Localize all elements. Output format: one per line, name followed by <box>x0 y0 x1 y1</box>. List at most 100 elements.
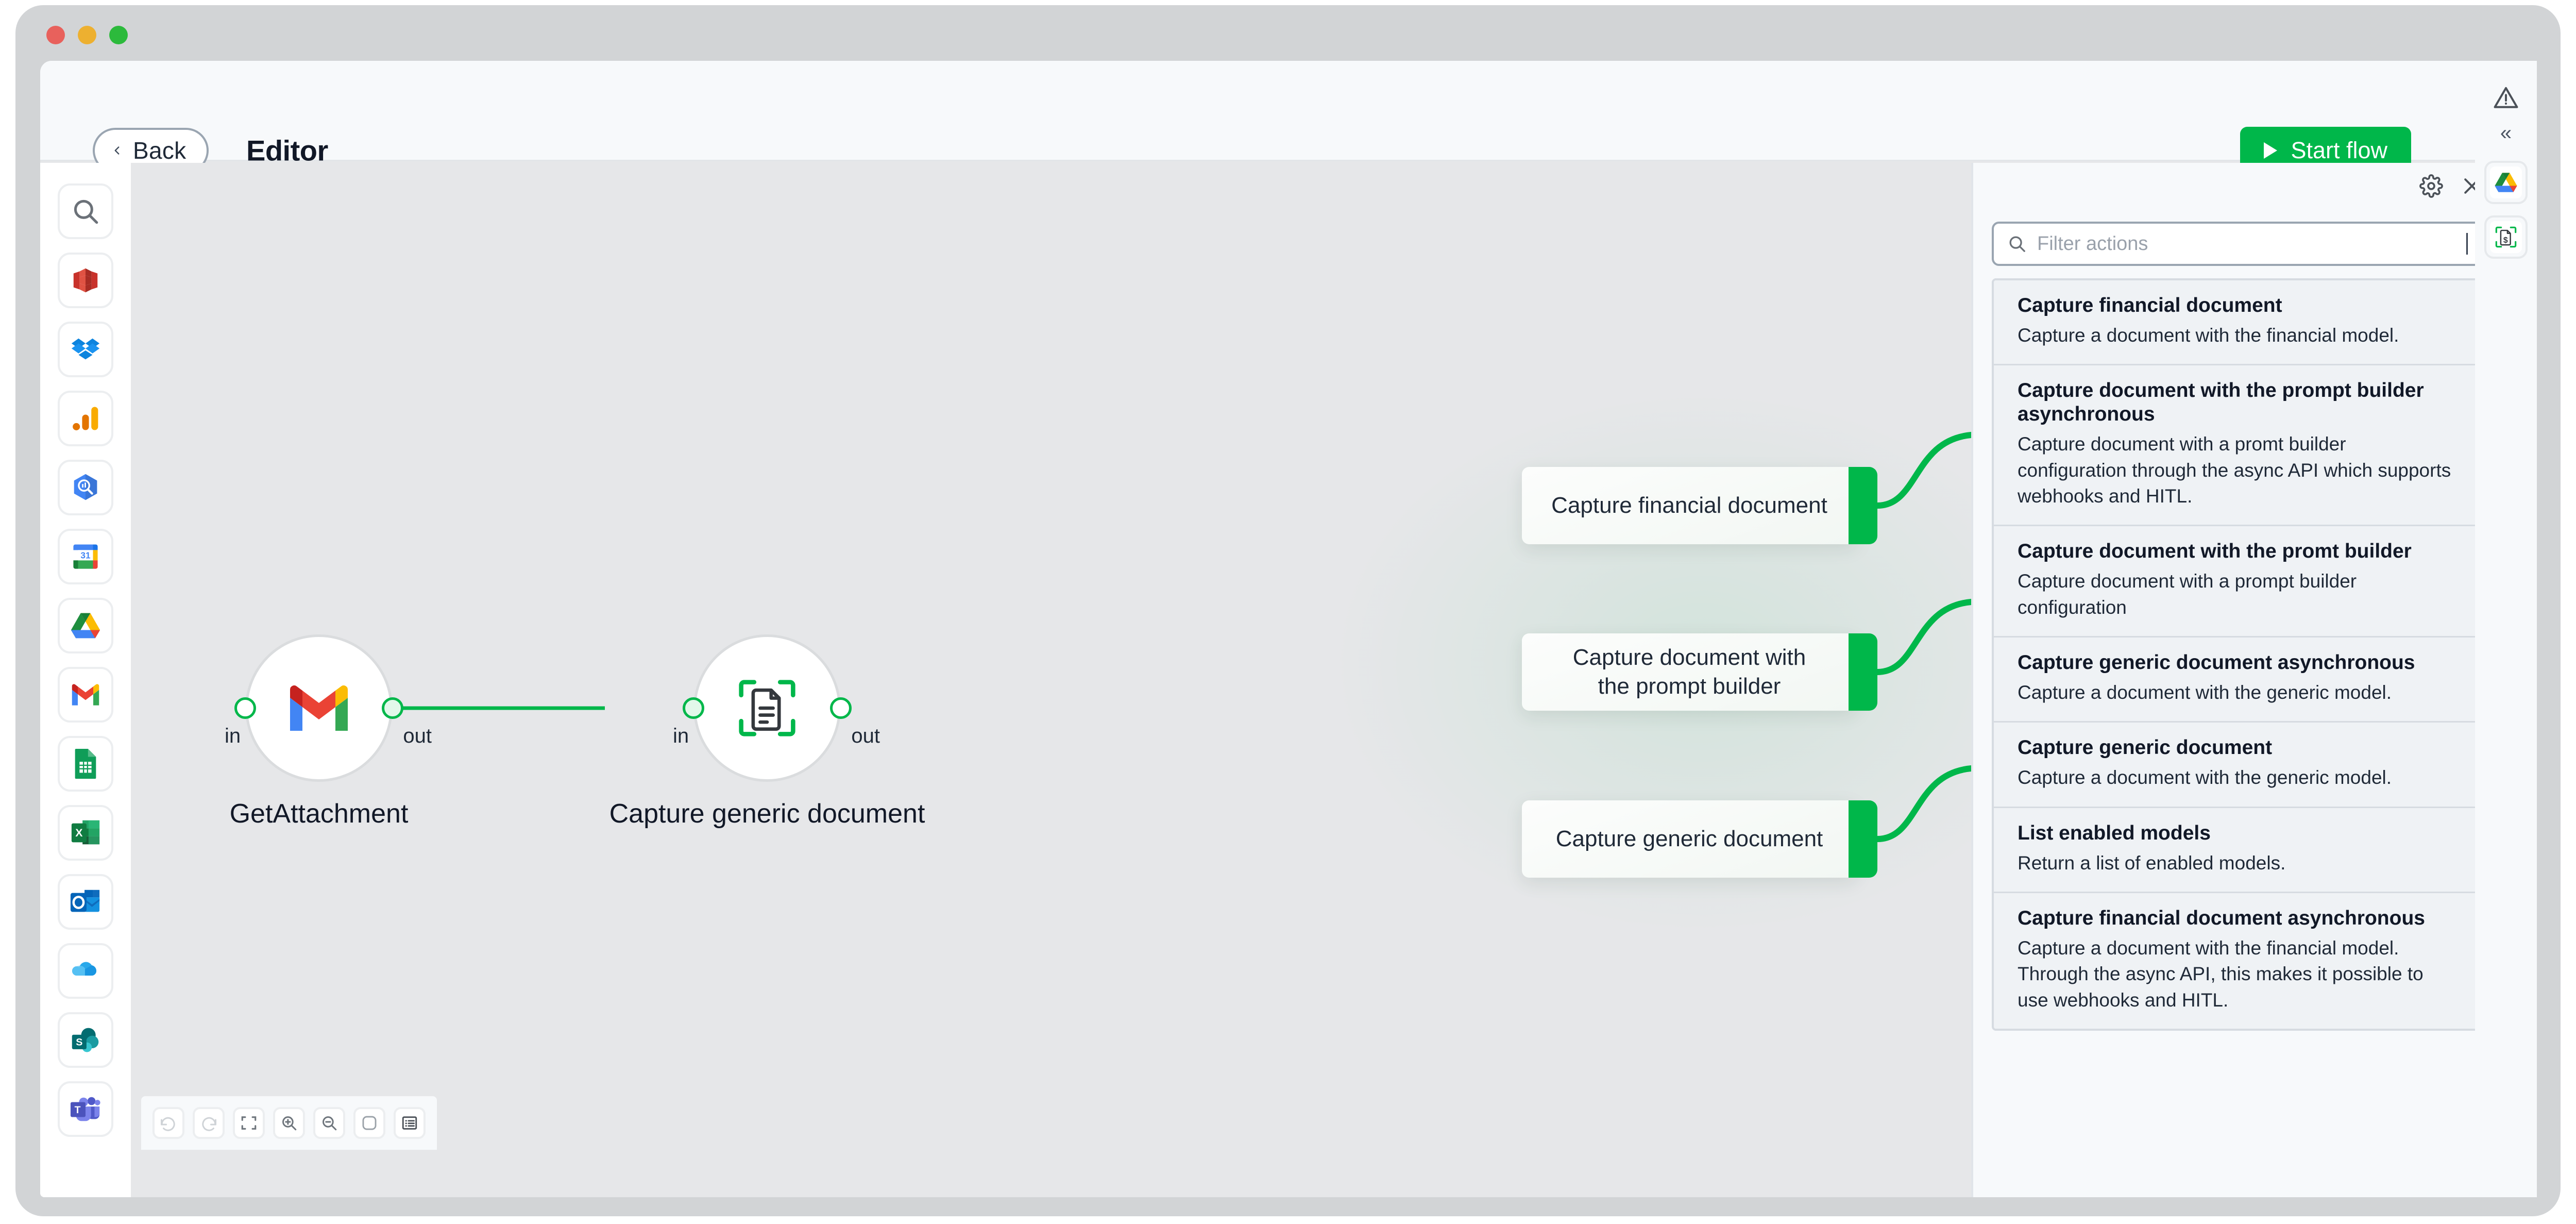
svg-text:$: $ <box>2503 236 2508 245</box>
action-list-item[interactable]: Capture generic document Capture a docum… <box>1994 723 2481 808</box>
play-icon <box>2264 142 2278 159</box>
microsoft-excel-icon: X <box>71 820 100 845</box>
svg-text:X: X <box>75 827 83 839</box>
action-title: Capture document with the promt builder <box>2018 540 2412 563</box>
fit-to-screen-button[interactable] <box>233 1107 265 1139</box>
sidebar-item-sharepoint[interactable]: S <box>58 1012 113 1068</box>
undo-icon <box>161 1117 175 1131</box>
far-rail-item-google-drive[interactable] <box>2484 161 2528 204</box>
zoom-in-button[interactable] <box>273 1107 305 1139</box>
app-shell: Back Editor » Start flow <box>40 61 2500 1197</box>
top-bar: Back Editor » Start flow <box>40 61 2500 221</box>
sidebar-item-microsoft-excel[interactable]: X <box>58 805 113 861</box>
filter-actions-input[interactable] <box>2037 224 2464 264</box>
action-description: Capture a document with the generic mode… <box>2018 681 2392 703</box>
traffic-lights <box>46 26 128 44</box>
undo-button[interactable] <box>152 1107 184 1139</box>
sidebar-item-google-analytics[interactable] <box>58 391 113 446</box>
maximize-window-button[interactable] <box>109 26 128 44</box>
flow-canvas[interactable]: in out GetAttachment in out Capture gene… <box>131 163 1971 1150</box>
suggestion-card-body[interactable]: Capture document with the prompt builder <box>1522 633 1857 711</box>
sidebar-item-google-bigquery[interactable] <box>58 460 113 515</box>
node-port-out[interactable] <box>382 697 403 719</box>
snap-to-grid-button[interactable] <box>353 1107 385 1139</box>
sidebar-item-search[interactable] <box>58 183 113 239</box>
google-drive-icon <box>2495 173 2517 192</box>
action-list-item[interactable]: Capture financial document Capture a doc… <box>1994 280 2481 366</box>
action-description: Capture a document with the financial mo… <box>2018 937 2424 1011</box>
node-circle[interactable] <box>683 634 852 782</box>
suggestion-card-label: Capture generic document <box>1555 826 1823 851</box>
far-rail-item-capture-financial-document[interactable]: $ <box>2484 215 2528 259</box>
minimap-list-icon <box>402 1116 417 1130</box>
action-list-item[interactable]: Capture document with the promt builder … <box>1994 526 2481 638</box>
suggestion-card[interactable]: Capture generic document <box>1522 800 1877 878</box>
sidebar-item-google-calendar[interactable]: 31 <box>58 529 113 584</box>
microsoft-outlook-icon <box>70 890 100 912</box>
sidebar-item-dropbox[interactable] <box>58 322 113 377</box>
search-icon <box>74 199 98 224</box>
sharepoint-icon: S <box>72 1028 99 1052</box>
node-port-out[interactable] <box>830 697 852 719</box>
suggestion-card-connector-tab[interactable] <box>1849 467 1877 544</box>
redo-button[interactable] <box>193 1107 225 1139</box>
zoom-in-icon <box>282 1116 297 1131</box>
node-port-in-label: in <box>673 725 689 747</box>
sidebar-item-google-drive[interactable] <box>58 598 113 653</box>
sidebar-item-microsoft-outlook[interactable] <box>58 874 113 930</box>
action-list-item[interactable]: Capture document with the prompt builder… <box>1994 365 2481 527</box>
gear-icon[interactable] <box>2419 174 2443 198</box>
back-button-label: Back <box>133 137 187 164</box>
sidebar-item-gmail[interactable] <box>58 667 113 723</box>
action-list-item[interactable]: List enabled models Return a list of ena… <box>1994 808 2481 893</box>
suggestion-card-body[interactable]: Capture generic document <box>1522 800 1857 878</box>
suggestion-card-connector-tab[interactable] <box>1849 800 1877 878</box>
start-flow-label: Start flow <box>2291 137 2387 163</box>
suggestion-card-connector-tab[interactable] <box>1849 633 1877 711</box>
flow-node-getattachment[interactable]: in out GetAttachment <box>225 634 432 829</box>
google-calendar-icon: 31 <box>73 544 98 569</box>
suggestion-card-label: Capture financial document <box>1551 492 1827 518</box>
svg-text:T: T <box>75 1104 81 1116</box>
node-circle[interactable] <box>234 634 403 782</box>
action-description: Capture document with a promt builder co… <box>2018 433 2451 507</box>
gmail-icon <box>72 684 99 706</box>
google-sheets-icon <box>75 748 96 779</box>
suggestion-card-body[interactable]: Capture financial document <box>1522 467 1857 544</box>
action-title: Capture financial document asynchronous <box>2018 907 2425 929</box>
far-rail-item-inner <box>2490 166 2522 198</box>
zoom-out-icon <box>323 1116 337 1131</box>
filter-actions-field[interactable] <box>1992 222 2483 266</box>
action-title: List enabled models <box>2018 821 2211 844</box>
sidebar-item-onedrive[interactable] <box>58 943 113 999</box>
document-capture-icon <box>739 680 795 736</box>
svg-text:31: 31 <box>80 550 91 561</box>
sidebar-item-microsoft-teams[interactable]: T <box>58 1081 113 1137</box>
flow-node-capture-generic-document[interactable]: in out Capture generic document <box>609 634 925 829</box>
action-list-item[interactable]: Capture generic document asynchronous Ca… <box>1994 637 2481 723</box>
sidebar-item-google-sheets[interactable] <box>58 736 113 792</box>
edge-card1-to-action1 <box>1874 432 1971 509</box>
suggestion-card[interactable]: Capture financial document <box>1522 467 1877 544</box>
sidebar-item-aws-s3[interactable] <box>58 253 113 308</box>
close-window-button[interactable] <box>46 26 65 44</box>
collapse-rail-chevrons-icon[interactable]: « <box>2500 123 2512 143</box>
page-title: Editor <box>246 134 328 167</box>
microsoft-teams-icon: T <box>70 1097 100 1121</box>
node-port-in[interactable] <box>683 697 704 719</box>
canvas-toolbar <box>141 1096 437 1150</box>
node-port-in[interactable] <box>234 697 256 719</box>
node-port-in-label: in <box>225 725 241 747</box>
node-title: GetAttachment <box>229 799 409 829</box>
warning-triangle-icon[interactable] <box>2492 83 2520 112</box>
text-caret <box>2466 233 2468 255</box>
overview-button[interactable] <box>394 1107 426 1139</box>
actions-panel: Capture financial document Capture a doc… <box>1971 163 2500 1197</box>
google-drive-icon <box>71 613 100 639</box>
action-list-item[interactable]: Capture financial document asynchronous … <box>1994 893 2481 1029</box>
zoom-out-button[interactable] <box>313 1107 345 1139</box>
suggestion-card[interactable]: Capture document with the prompt builder <box>1522 633 1877 711</box>
search-icon <box>2009 236 2025 252</box>
left-icon-rail: 31 X S T <box>40 163 131 1197</box>
minimize-window-button[interactable] <box>78 26 96 44</box>
